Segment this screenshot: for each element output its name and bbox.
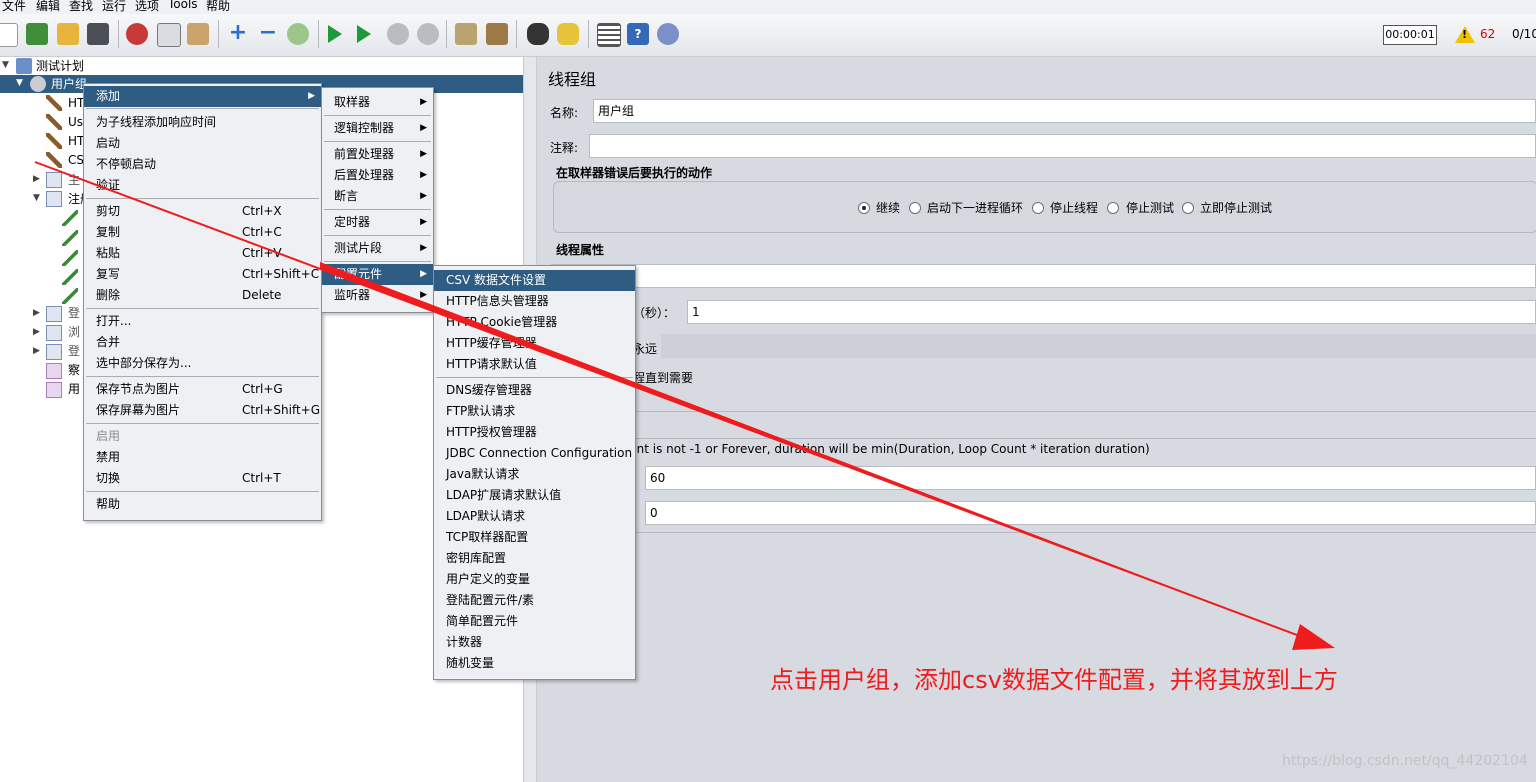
arrow-line-thin [34, 161, 1306, 639]
watermark: https://blog.csdn.net/qq_44202104 [1282, 753, 1528, 769]
annotation-text: 点击用户组，添加csv数据文件配置，并将其放到上方 [770, 666, 1338, 694]
arrow-head [1292, 624, 1335, 650]
